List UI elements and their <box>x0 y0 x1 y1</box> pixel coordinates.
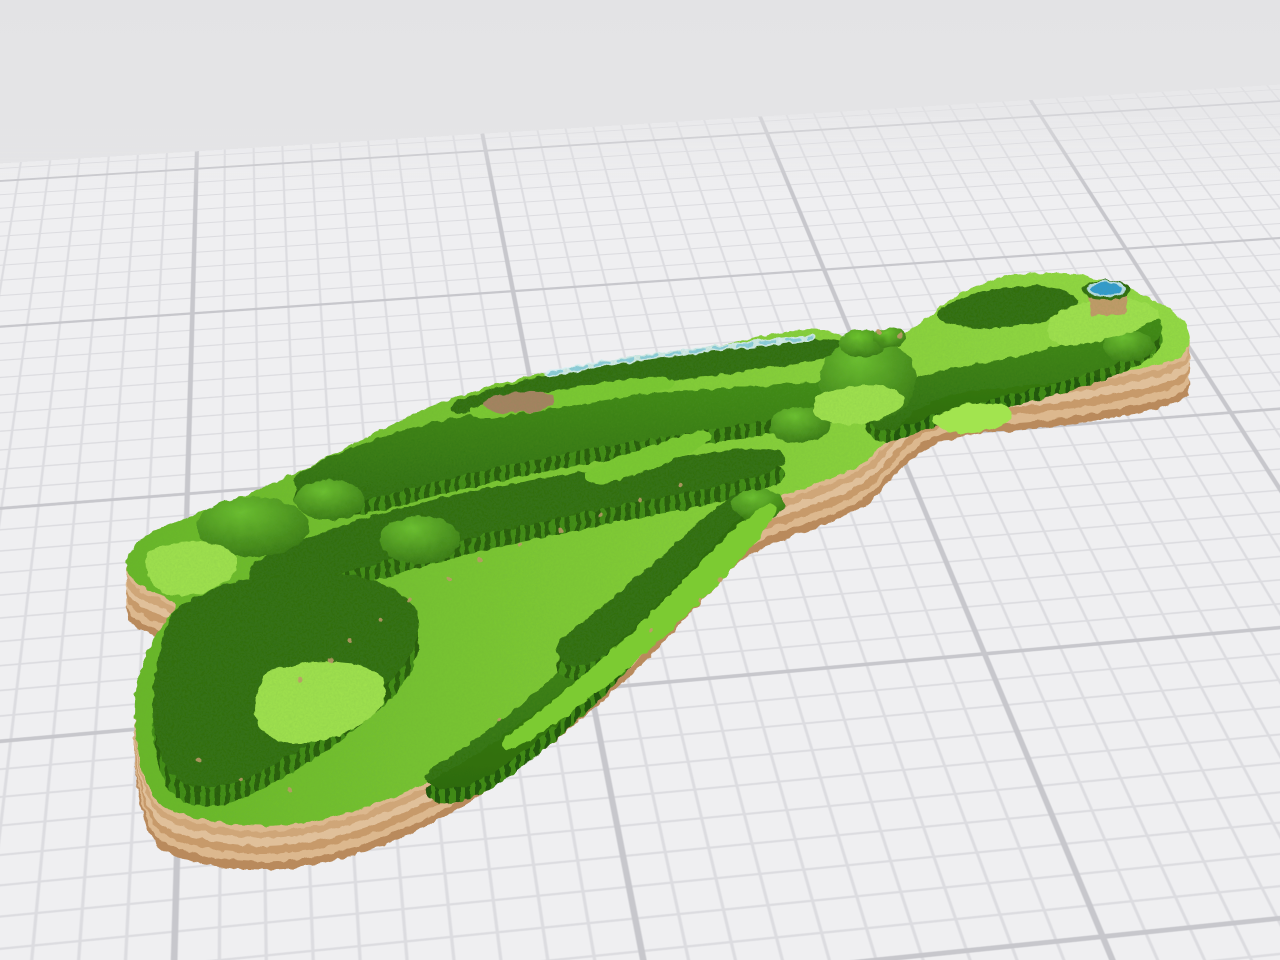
app-window <box>0 0 1280 960</box>
model-foliage-texture <box>115 260 1205 840</box>
terrain-model[interactable] <box>0 0 1280 960</box>
viewport-3d[interactable] <box>0 0 1280 960</box>
